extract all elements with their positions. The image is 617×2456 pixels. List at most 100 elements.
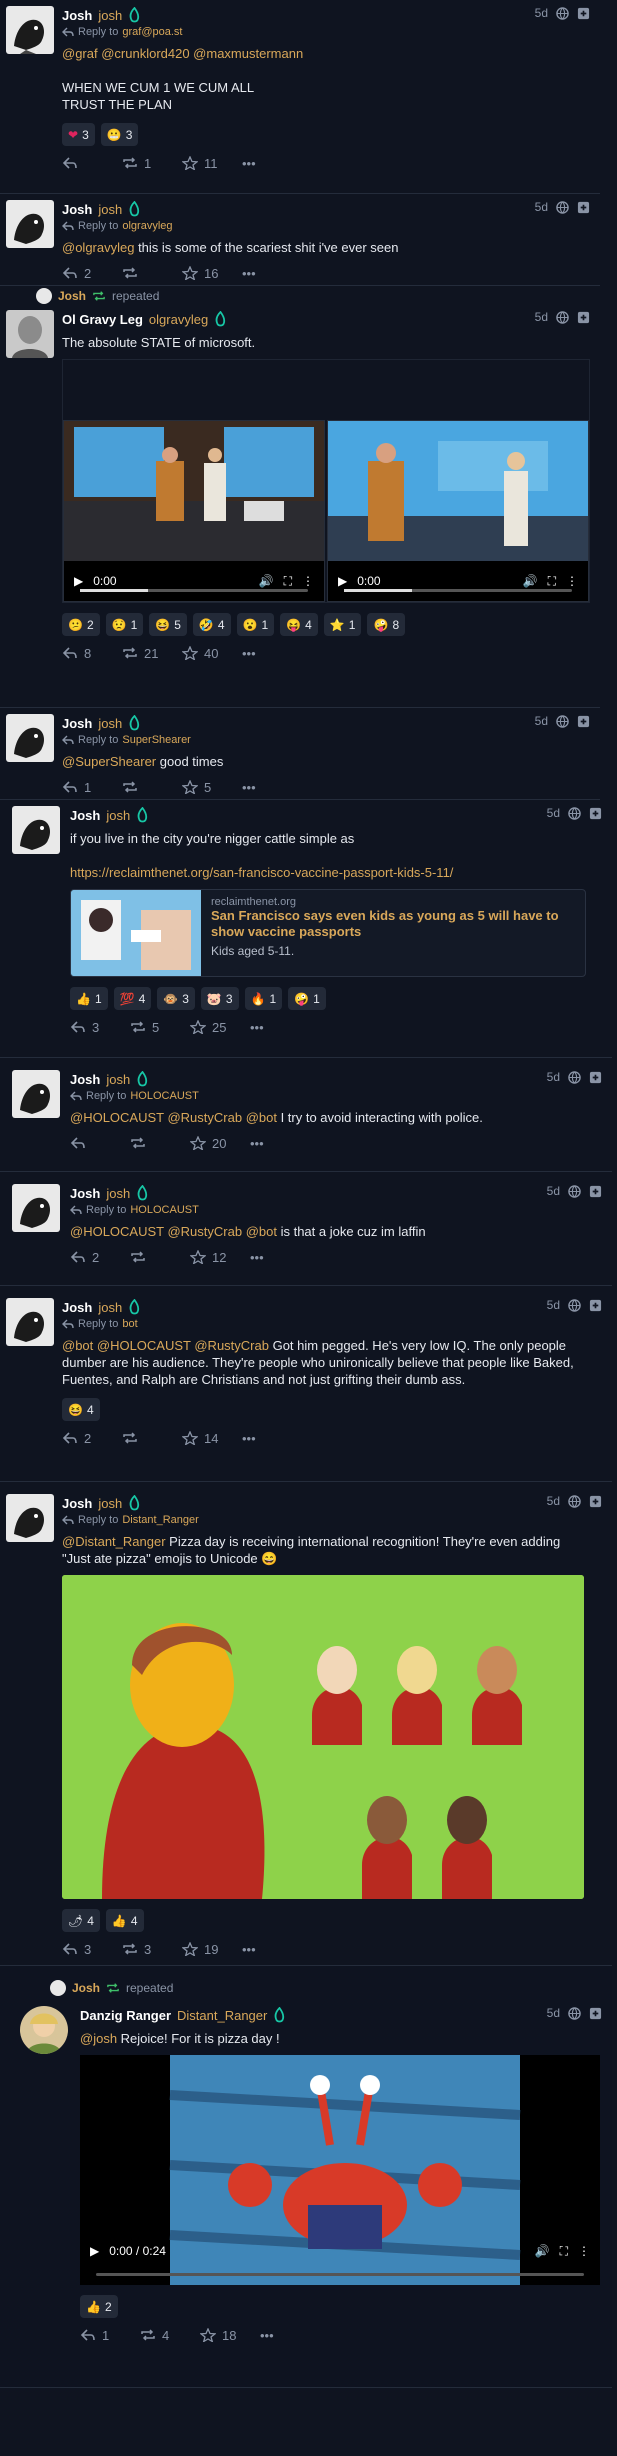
fullscreen-icon[interactable]: ⛶: [548, 574, 556, 589]
reaction-chip[interactable]: 😕 2: [62, 613, 100, 636]
expand-icon[interactable]: [589, 1185, 602, 1198]
repeat-button[interactable]: [122, 1431, 182, 1445]
favorite-button[interactable]: 16: [182, 266, 242, 281]
timestamp[interactable]: 5d: [535, 6, 548, 20]
reaction-chip[interactable]: ❤ 3: [62, 123, 95, 146]
more-vertical-icon[interactable]: ⋮: [566, 574, 578, 588]
favorite-button[interactable]: 12: [190, 1250, 250, 1265]
reaction-chip[interactable]: 😮 1: [236, 613, 275, 636]
attached-image[interactable]: [62, 1575, 584, 1899]
handle[interactable]: josh: [98, 202, 122, 217]
favorite-button[interactable]: 40: [182, 646, 242, 661]
display-name[interactable]: Josh: [70, 1186, 100, 1201]
favorite-button[interactable]: 25: [190, 1020, 250, 1035]
more-button[interactable]: •••: [250, 1136, 310, 1151]
more-button[interactable]: •••: [242, 266, 302, 281]
fullscreen-icon[interactable]: ⛶: [560, 2244, 568, 2259]
mention-link[interactable]: @HOLOCAUST @RustyCrab @bot: [70, 1110, 277, 1125]
expand-icon[interactable]: [589, 1299, 602, 1312]
display-name[interactable]: Josh: [70, 808, 100, 823]
reply-button[interactable]: 2: [62, 1431, 122, 1446]
status[interactable]: Josh repeated 5d Danzig Ranger Distant_R…: [0, 1966, 612, 2388]
mention-link[interactable]: @Distant_Ranger: [62, 1534, 166, 1549]
reply-target[interactable]: olgravyleg: [122, 220, 172, 232]
volume-icon[interactable]: 🔊: [259, 574, 274, 588]
avatar[interactable]: [6, 200, 54, 248]
reaction-chip[interactable]: 🐵 3: [157, 987, 195, 1010]
status[interactable]: 5d Josh josh if you live in the city you…: [0, 800, 612, 1058]
reply-target[interactable]: Distant_Ranger: [122, 1514, 198, 1526]
expand-icon[interactable]: [577, 7, 590, 20]
reaction-chip[interactable]: 👍 1: [70, 987, 108, 1010]
play-icon[interactable]: ▶: [74, 574, 83, 588]
card-title[interactable]: San Francisco says even kids as young as…: [211, 908, 575, 940]
reaction-chip[interactable]: 👍 2: [80, 2295, 118, 2318]
avatar[interactable]: [12, 1070, 60, 1118]
repeat-button[interactable]: 4: [140, 2328, 200, 2343]
avatar[interactable]: [6, 310, 54, 358]
handle[interactable]: josh: [106, 1186, 130, 1201]
favorite-button[interactable]: 5: [182, 780, 242, 795]
repeater-name[interactable]: Josh: [72, 1981, 100, 1995]
expand-icon[interactable]: [577, 201, 590, 214]
video-progress[interactable]: [80, 589, 308, 592]
repeater-name[interactable]: Josh: [58, 289, 86, 303]
favorite-button[interactable]: 11: [182, 156, 242, 171]
more-vertical-icon[interactable]: ⋮: [578, 2244, 590, 2258]
reply-button[interactable]: [70, 1136, 130, 1150]
volume-icon[interactable]: 🔊: [535, 2244, 550, 2258]
handle[interactable]: josh: [98, 1300, 122, 1315]
more-button[interactable]: •••: [250, 1020, 310, 1035]
timestamp[interactable]: 5d: [535, 310, 548, 324]
status[interactable]: 5d Josh josh Reply to SuperShearer @Supe…: [0, 708, 600, 800]
reaction-chip[interactable]: 😆 4: [62, 1398, 100, 1421]
status[interactable]: 5d Josh josh Reply to olgravyleg @olgrav…: [0, 194, 600, 286]
more-button[interactable]: •••: [242, 780, 302, 795]
more-button[interactable]: •••: [250, 1250, 310, 1265]
mention-link[interactable]: @SuperShearer: [62, 754, 156, 769]
avatar[interactable]: [12, 1184, 60, 1232]
reply-target[interactable]: graf@poa.st: [122, 26, 182, 38]
handle[interactable]: josh: [106, 808, 130, 823]
reaction-chip[interactable]: 😝 4: [280, 613, 318, 636]
timestamp[interactable]: 5d: [547, 1070, 560, 1084]
mention-link[interactable]: @olgravyleg: [62, 240, 134, 255]
reaction-chip[interactable]: 🤪 1: [288, 987, 326, 1010]
timestamp[interactable]: 5d: [547, 1184, 560, 1198]
more-button[interactable]: •••: [260, 2328, 320, 2343]
more-vertical-icon[interactable]: ⋮: [302, 574, 314, 588]
status[interactable]: Josh repeated 5d Ol Gravy Leg olgravyleg…: [0, 286, 600, 708]
reply-button[interactable]: 3: [62, 1942, 122, 1957]
reaction-chip[interactable]: 👍 4: [105, 1909, 144, 1932]
display-name[interactable]: Josh: [62, 202, 92, 217]
volume-icon[interactable]: 🔊: [523, 574, 538, 588]
status[interactable]: 5d Josh josh Reply to HOLOCAUST @HOLOCAU…: [0, 1058, 612, 1172]
more-button[interactable]: •••: [242, 646, 302, 661]
reaction-chip[interactable]: 🌶 4: [62, 1909, 100, 1932]
status[interactable]: 5d Josh josh Reply to graf@poa.st @graf …: [0, 0, 600, 194]
content-link[interactable]: https://reclaimthenet.org/san-francisco-…: [70, 864, 602, 881]
reaction-chip[interactable]: 💯 4: [113, 987, 152, 1010]
timestamp[interactable]: 5d: [547, 2006, 560, 2020]
reply-button[interactable]: 1: [80, 2328, 140, 2343]
repeater-avatar[interactable]: [50, 1980, 66, 1996]
handle[interactable]: josh: [98, 716, 122, 731]
repeat-button[interactable]: [130, 1250, 190, 1264]
expand-icon[interactable]: [577, 311, 590, 324]
handle[interactable]: josh: [106, 1072, 130, 1087]
reaction-chip[interactable]: 😆 5: [149, 613, 187, 636]
reaction-chip[interactable]: 🔥 1: [244, 987, 283, 1010]
reply-target[interactable]: bot: [122, 1318, 137, 1330]
reply-target[interactable]: HOLOCAUST: [130, 1090, 198, 1102]
timestamp[interactable]: 5d: [547, 1494, 560, 1508]
avatar[interactable]: [12, 806, 60, 854]
favorite-button[interactable]: 18: [200, 2328, 260, 2343]
handle[interactable]: olgravyleg: [149, 312, 208, 327]
reply-button[interactable]: [62, 156, 122, 170]
repeat-button[interactable]: [130, 1136, 190, 1150]
display-name[interactable]: Josh: [62, 8, 92, 23]
favorite-button[interactable]: 19: [182, 1942, 242, 1957]
reply-button[interactable]: 2: [62, 266, 122, 281]
reaction-chip[interactable]: 🤪 8: [367, 613, 406, 636]
status[interactable]: 5d Josh josh Reply to bot @bot @HOLOCAUS…: [0, 1286, 612, 1482]
